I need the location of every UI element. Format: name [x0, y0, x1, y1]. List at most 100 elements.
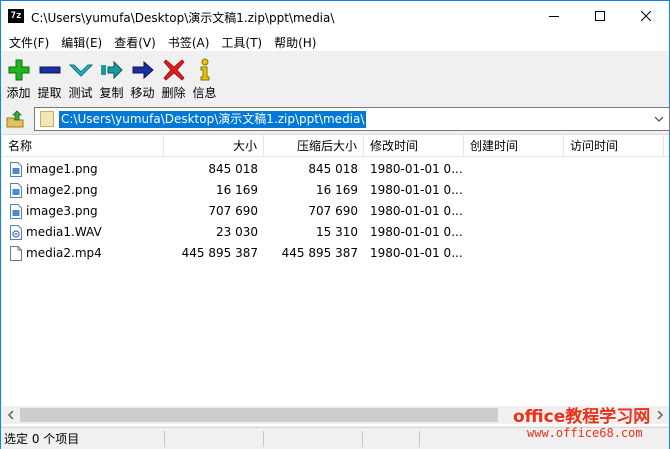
horizontal-scrollbar[interactable] [2, 406, 669, 424]
status-divider [164, 431, 165, 447]
move-arrow-icon [131, 57, 155, 83]
menu-view[interactable]: 查看(V) [108, 31, 162, 51]
file-modified: 1980-01-01 0... [370, 204, 463, 218]
file-modified: 1980-01-01 0... [370, 162, 463, 176]
copy-label: 复制 [99, 86, 124, 100]
column-name[interactable]: 名称 [2, 135, 164, 157]
file-created [464, 201, 564, 222]
app-window: 7z C:\Users\yumufa\Desktop\演示文稿1.zip\ppt… [0, 0, 670, 449]
list-header: 名称 大小 压缩后大小 修改时间 创建时间 访问时间 [2, 135, 669, 157]
file-packed-size: 845 018 [308, 162, 358, 176]
minus-icon [38, 57, 62, 83]
file-accessed [564, 243, 664, 264]
delete-label: 删除 [161, 86, 186, 100]
file-list[interactable]: 名称 大小 压缩后大小 修改时间 创建时间 访问时间 image1.png 84… [2, 134, 669, 426]
column-created[interactable]: 创建时间 [464, 135, 564, 157]
file-name: media2.mp4 [26, 246, 102, 260]
minimize-icon [549, 16, 559, 17]
file-created [464, 222, 564, 243]
address-row: C:\Users\yumufa\Desktop\演示文稿1.zip\ppt\me… [1, 106, 670, 132]
extract-label: 提取 [37, 86, 62, 100]
maximize-icon [595, 11, 605, 21]
status-divider [419, 431, 420, 447]
chevron-right-icon [656, 411, 663, 419]
file-size: 16 169 [216, 183, 258, 197]
file-packed-size: 16 169 [316, 183, 358, 197]
table-row[interactable]: image1.png 845 018 845 018 1980-01-01 0.… [2, 159, 669, 180]
chevron-left-icon [7, 411, 14, 419]
file-created [464, 180, 564, 201]
move-button[interactable]: 移动 [127, 52, 158, 102]
menu-file[interactable]: 文件(F) [3, 31, 55, 51]
add-button[interactable]: 添加 [3, 52, 34, 102]
file-name: image1.png [26, 162, 98, 176]
file-accessed [564, 201, 664, 222]
info-button[interactable]: 信息 [189, 52, 220, 102]
copy-arrow-icon [100, 57, 124, 83]
menu-edit[interactable]: 编辑(E) [55, 31, 108, 51]
file-size: 445 895 387 [181, 246, 258, 260]
close-button[interactable] [623, 1, 669, 31]
menu-bar: 文件(F) 编辑(E) 查看(V) 书签(A) 工具(T) 帮助(H) [1, 31, 669, 51]
file-packed-size: 445 895 387 [281, 246, 358, 260]
up-folder-button[interactable] [5, 109, 25, 129]
file-modified: 1980-01-01 0... [370, 225, 463, 239]
file-modified: 1980-01-01 0... [370, 183, 463, 197]
close-icon [641, 11, 651, 21]
table-row[interactable]: media1.WAV 23 030 15 310 1980-01-01 0... [2, 222, 669, 243]
move-label: 移动 [130, 86, 155, 100]
table-row[interactable]: image3.png 707 690 707 690 1980-01-01 0.… [2, 201, 669, 222]
chevron-down-icon[interactable] [653, 113, 665, 125]
menu-help[interactable]: 帮助(H) [268, 31, 322, 51]
delete-button[interactable]: 删除 [158, 52, 189, 102]
title-bar[interactable]: 7z C:\Users\yumufa\Desktop\演示文稿1.zip\ppt… [1, 1, 669, 31]
scroll-left-button[interactable] [2, 406, 19, 424]
add-label: 添加 [6, 86, 31, 100]
folder-icon [40, 111, 54, 127]
up-folder-icon [6, 110, 24, 128]
column-packed-size[interactable]: 压缩后大小 [264, 135, 364, 157]
copy-button[interactable]: 复制 [96, 52, 127, 102]
file-name: image3.png [26, 204, 98, 218]
file-name: image2.png [26, 183, 98, 197]
file-size: 707 690 [208, 204, 258, 218]
table-row[interactable]: media2.mp4 445 895 387 445 895 387 1980-… [2, 243, 669, 264]
7zip-app-icon[interactable]: 7z [8, 9, 24, 23]
column-size[interactable]: 大小 [164, 135, 264, 157]
file-packed-size: 15 310 [316, 225, 358, 239]
file-size: 23 030 [216, 225, 258, 239]
file-created [464, 243, 564, 264]
minimize-button[interactable] [531, 1, 577, 31]
toolbar: 添加 提取 测试 复制 移动 删除 信息 [1, 52, 669, 102]
file-packed-size: 707 690 [308, 204, 358, 218]
delete-x-icon [162, 57, 186, 83]
plus-icon [7, 57, 31, 83]
test-button[interactable]: 测试 [65, 52, 96, 102]
status-divider [362, 431, 363, 447]
status-cell-2 [167, 428, 170, 449]
menu-bookmarks[interactable]: 书签(A) [162, 31, 216, 51]
status-divider [263, 431, 264, 447]
scroll-thumb[interactable] [20, 408, 498, 422]
scroll-right-button[interactable] [651, 406, 668, 424]
file-size: 845 018 [208, 162, 258, 176]
file-modified: 1980-01-01 0... [370, 246, 463, 260]
address-input[interactable]: C:\Users\yumufa\Desktop\演示文稿1.zip\ppt\me… [59, 111, 367, 128]
test-label: 测试 [68, 86, 93, 100]
table-row[interactable]: image2.png 16 169 16 169 1980-01-01 0... [2, 180, 669, 201]
info-label: 信息 [192, 86, 217, 100]
menu-tools[interactable]: 工具(T) [215, 31, 268, 51]
maximize-button[interactable] [577, 1, 623, 31]
check-chevron-icon [68, 57, 93, 83]
info-icon [193, 57, 217, 83]
column-modified[interactable]: 修改时间 [364, 135, 464, 157]
file-accessed [564, 180, 664, 201]
file-name: media1.WAV [26, 225, 102, 239]
status-cell-4 [365, 428, 368, 449]
column-accessed[interactable]: 访问时间 [564, 135, 664, 157]
status-cell-3 [266, 428, 269, 449]
status-selected: 选定 0 个项目 [4, 432, 80, 446]
file-accessed [564, 222, 664, 243]
address-combobox[interactable]: C:\Users\yumufa\Desktop\演示文稿1.zip\ppt\me… [34, 107, 670, 131]
extract-button[interactable]: 提取 [34, 52, 65, 102]
